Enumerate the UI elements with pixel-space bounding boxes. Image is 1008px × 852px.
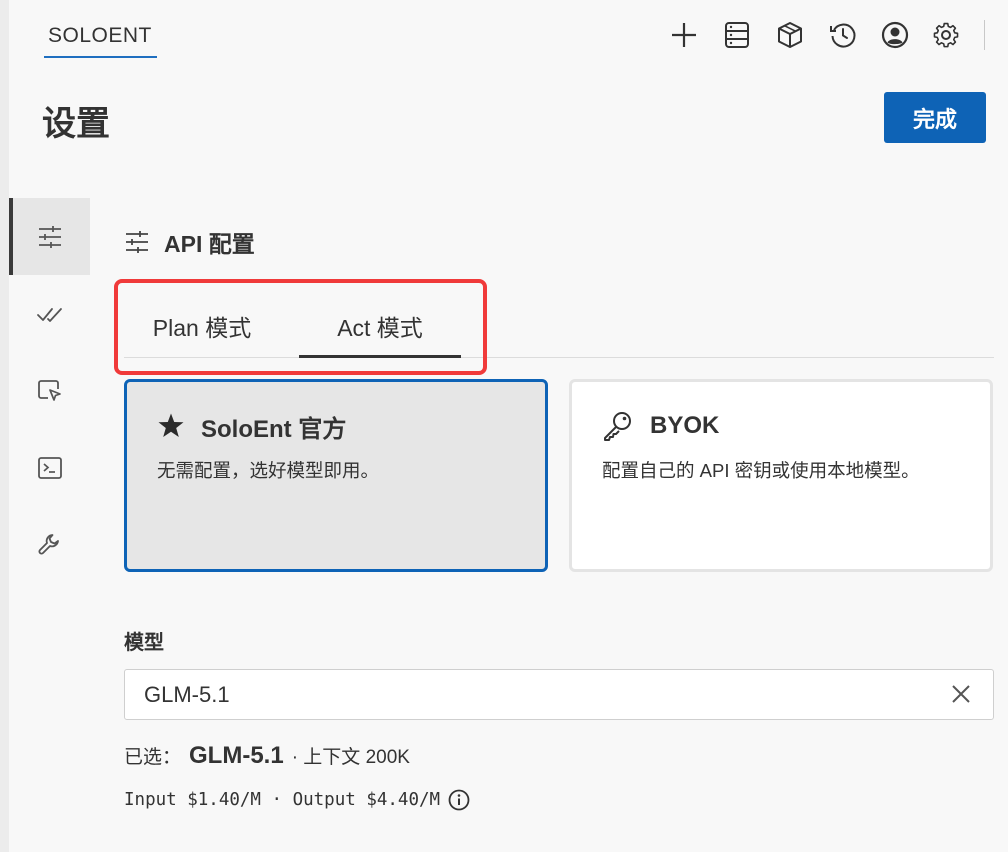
star-icon xyxy=(158,413,184,437)
section-title: API 配置 xyxy=(164,231,255,257)
card-description: 配置自己的 API 密钥或使用本地模型。 xyxy=(602,460,920,481)
clear-button[interactable] xyxy=(944,677,978,711)
double-check-icon xyxy=(36,307,62,322)
section-header: API 配置 xyxy=(124,226,255,258)
sidebar-item-api-config[interactable] xyxy=(9,198,90,275)
selected-model-line: 已选： GLM-5.1 · 上下文 200K xyxy=(124,742,410,772)
mode-tabs: Plan 模式 Act 模式 xyxy=(124,290,994,358)
done-button[interactable]: 完成 xyxy=(884,92,986,143)
info-icon[interactable] xyxy=(448,789,470,811)
model-label: 模型 xyxy=(124,632,164,654)
sidebar-item-tools[interactable] xyxy=(9,506,90,583)
model-input[interactable] xyxy=(124,669,994,720)
key-icon xyxy=(604,412,631,441)
top-bar: SOLOENT xyxy=(9,0,1008,62)
plus-icon[interactable] xyxy=(667,18,701,52)
close-icon xyxy=(952,685,970,703)
selected-context: · 上下文 200K xyxy=(291,747,410,768)
sliders-icon xyxy=(38,225,61,248)
tab-act-mode[interactable]: Act 模式 xyxy=(299,306,461,358)
history-list-icon[interactable] xyxy=(720,18,754,52)
sidebar-item-browser[interactable] xyxy=(9,352,90,429)
account-icon[interactable] xyxy=(878,18,912,52)
page-title: 设置 xyxy=(42,105,110,143)
card-title: SoloEnt 官方 xyxy=(201,415,347,443)
provider-card-byok[interactable]: BYOK 配置自己的 API 密钥或使用本地模型。 xyxy=(569,379,993,572)
wrench-icon xyxy=(38,533,59,554)
pricing-line: Input $1.40/M · Output $4.40/M xyxy=(124,786,470,814)
app-tab[interactable]: SOLOENT xyxy=(44,24,156,58)
card-description: 无需配置，选好模型即用。 xyxy=(157,460,380,481)
provider-card-official[interactable]: SoloEnt 官方 无需配置，选好模型即用。 xyxy=(124,379,548,572)
window-left-edge xyxy=(0,0,9,852)
tab-plan-mode[interactable]: Plan 模式 xyxy=(136,306,268,346)
sliders-icon xyxy=(126,231,148,253)
gear-icon[interactable] xyxy=(929,18,963,52)
clock-history-icon[interactable] xyxy=(826,18,860,52)
selected-prefix: 已选： xyxy=(124,747,182,768)
card-title: BYOK xyxy=(650,412,720,439)
toolbar-divider xyxy=(984,20,985,50)
pricing-text: Input $1.40/M · Output $4.40/M xyxy=(124,790,441,810)
browser-cursor-icon xyxy=(37,379,61,401)
cube-icon[interactable] xyxy=(773,18,807,52)
sidebar-item-terminal[interactable] xyxy=(9,429,90,506)
sidebar-item-auto-approve[interactable] xyxy=(9,275,90,352)
app-tab-indicator xyxy=(44,56,157,58)
terminal-icon xyxy=(37,456,62,479)
selected-model-name: GLM-5.1 xyxy=(189,742,284,769)
